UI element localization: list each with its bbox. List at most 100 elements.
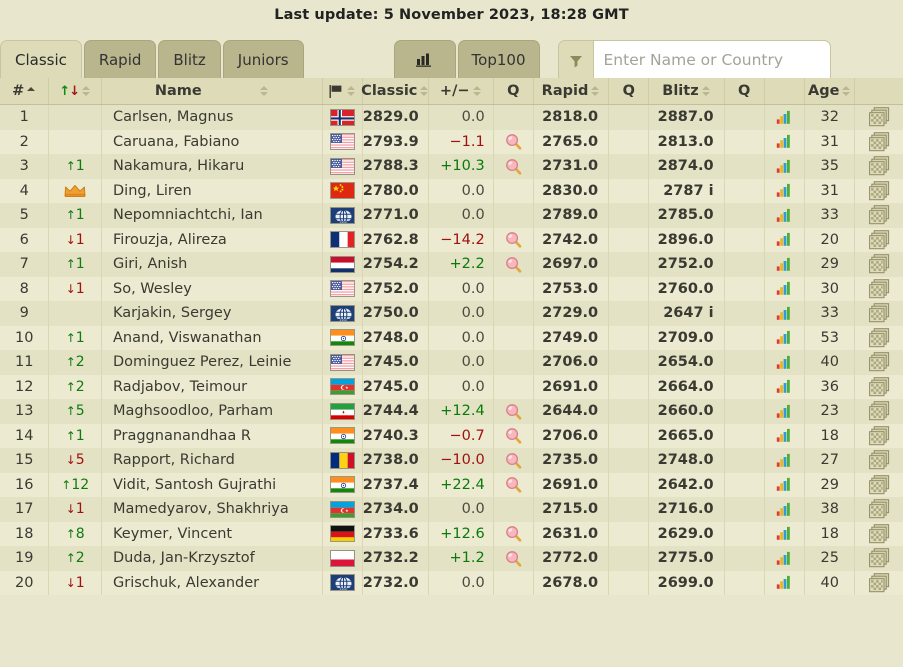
cell-compare[interactable] xyxy=(854,472,903,497)
cell-player-name[interactable]: Carlsen, Magnus xyxy=(101,104,323,130)
table-row[interactable]: 11 ↑2 Dominguez Perez, Leinie 2745.0 0.0 2706… xyxy=(0,350,903,375)
cell-rating-chart[interactable] xyxy=(764,399,805,424)
cell-game-lookup[interactable] xyxy=(493,227,534,252)
table-row[interactable]: 19 ↑2 Duda, Jan-Krzysztof 2732.2 +1.2 2772.0 2… xyxy=(0,546,903,571)
tab-juniors[interactable]: Juniors xyxy=(222,40,304,78)
magnifier-icon[interactable] xyxy=(505,550,522,567)
cell-player-name[interactable]: Maghsoodloo, Parham xyxy=(101,399,323,424)
cell-player-name[interactable]: Dominguez Perez, Leinie xyxy=(101,350,323,375)
col-header-rank[interactable]: # xyxy=(0,78,50,105)
cell-rating-chart[interactable] xyxy=(764,521,805,546)
cell-game-lookup[interactable] xyxy=(493,399,534,424)
bar-chart-icon[interactable] xyxy=(776,281,793,296)
copy-cards-icon[interactable] xyxy=(868,376,890,397)
table-row[interactable]: 14 ↑1 Praggnanandhaa R 2740.3 −0.7 2706.0 2665… xyxy=(0,423,903,448)
magnifier-icon[interactable] xyxy=(505,158,522,175)
col-header-q1[interactable]: Q xyxy=(493,78,534,105)
cell-compare[interactable] xyxy=(854,203,903,228)
col-header-name[interactable]: Name xyxy=(101,78,323,105)
bar-chart-icon[interactable] xyxy=(776,575,793,590)
cell-player-name[interactable]: Vidit, Santosh Gujrathi xyxy=(101,472,323,497)
cell-rating-chart[interactable] xyxy=(764,252,805,277)
table-row[interactable]: 17 ↓1 Mamedyarov, Shakhriya 2734.0 0.0 2715.0… xyxy=(0,497,903,522)
magnifier-icon[interactable] xyxy=(505,403,522,420)
cell-compare[interactable] xyxy=(854,570,903,595)
copy-cards-icon[interactable] xyxy=(868,548,890,568)
table-row[interactable]: 20 ↓1 Grischuk, Alexander FIDE 2732.0 0.0 2678… xyxy=(0,570,903,595)
copy-cards-icon[interactable] xyxy=(868,131,890,152)
cell-rating-chart[interactable] xyxy=(764,350,805,375)
col-header-change[interactable]: +/− xyxy=(428,78,494,105)
cell-rating-chart[interactable] xyxy=(764,497,805,522)
cell-player-name[interactable]: Giri, Anish xyxy=(101,252,323,277)
cell-compare[interactable] xyxy=(854,374,903,399)
filter-button[interactable] xyxy=(557,40,594,78)
magnifier-icon[interactable] xyxy=(505,452,522,469)
cell-rating-chart[interactable] xyxy=(764,129,805,154)
magnifier-icon[interactable] xyxy=(505,256,522,273)
table-row[interactable]: 5 ↑1 Nepomniachtchi, Ian FIDE 2771.0 0.0 2789.… xyxy=(0,203,903,228)
copy-cards-icon[interactable] xyxy=(868,499,890,519)
copy-cards-icon[interactable] xyxy=(868,278,890,299)
cell-rating-chart[interactable] xyxy=(764,546,805,571)
copy-cards-icon[interactable] xyxy=(868,180,890,201)
cell-compare[interactable] xyxy=(854,399,903,424)
copy-cards-icon[interactable] xyxy=(868,327,890,348)
cell-player-name[interactable]: Praggnanandhaa R xyxy=(101,423,323,448)
tab-blitz[interactable]: Blitz xyxy=(158,40,221,78)
copy-cards-icon[interactable] xyxy=(868,474,890,495)
cell-rating-chart[interactable] xyxy=(764,178,805,203)
col-header-age[interactable]: Age xyxy=(804,78,856,105)
table-row[interactable]: 7 ↑1 Giri, Anish 2754.2 +2.2 2697.0 2752.0 29 xyxy=(0,252,903,277)
col-header-classic[interactable]: Classic xyxy=(361,78,429,105)
bar-chart-icon[interactable] xyxy=(776,257,793,272)
cell-compare[interactable] xyxy=(854,448,903,473)
cell-player-name[interactable]: Radjabov, Teimour xyxy=(101,374,323,399)
cell-compare[interactable] xyxy=(854,546,903,571)
bar-chart-icon[interactable] xyxy=(776,379,793,394)
bar-chart-icon[interactable] xyxy=(776,306,793,321)
table-row[interactable]: 13 ↑5 Maghsoodloo, Parham 2744.4 +12.4 2644.0… xyxy=(0,399,903,424)
bar-chart-icon[interactable] xyxy=(776,502,793,517)
cell-rating-chart[interactable] xyxy=(764,374,805,399)
bar-chart-icon[interactable] xyxy=(776,453,793,468)
cell-player-name[interactable]: Anand, Viswanathan xyxy=(101,325,323,350)
bar-chart-icon[interactable] xyxy=(776,526,793,541)
bar-chart-icon[interactable] xyxy=(776,208,793,223)
col-header-movement[interactable]: ↑↓ xyxy=(48,78,103,105)
bar-chart-icon[interactable] xyxy=(776,404,793,419)
tab-rapid[interactable]: Rapid xyxy=(83,40,157,78)
cell-rating-chart[interactable] xyxy=(764,325,805,350)
table-row[interactable]: 9 Karjakin, Sergey FIDE 2750.0 0.0 2729.0 2647… xyxy=(0,301,903,326)
bar-chart-icon[interactable] xyxy=(776,110,793,125)
copy-cards-icon[interactable] xyxy=(868,401,890,421)
cell-compare[interactable] xyxy=(854,497,903,522)
cell-game-lookup[interactable] xyxy=(493,546,534,571)
cell-game-lookup[interactable] xyxy=(493,423,534,448)
table-row[interactable]: 12 ↑2 Radjabov, Teimour 2745.0 0.0 2691.0 2664… xyxy=(0,374,903,399)
table-row[interactable]: 1 Carlsen, Magnus 2829.0 0.0 2818.0 2887.0 32 xyxy=(0,104,903,130)
cell-rating-chart[interactable] xyxy=(764,203,805,228)
cell-game-lookup[interactable] xyxy=(493,154,534,179)
cell-player-name[interactable]: Nakamura, Hikaru xyxy=(101,154,323,179)
copy-cards-icon[interactable] xyxy=(868,156,890,176)
cell-rating-chart[interactable] xyxy=(764,570,805,595)
cell-game-lookup[interactable] xyxy=(493,129,534,154)
table-row[interactable]: 6 ↓1 Firouzja, Alireza 2762.8 −14.2 2742.0 289… xyxy=(0,227,903,252)
table-row[interactable]: 18 ↑8 Keymer, Vincent 2733.6 +12.6 2631.0 2629… xyxy=(0,521,903,546)
cell-compare[interactable] xyxy=(854,325,903,350)
cell-game-lookup[interactable] xyxy=(493,448,534,473)
cell-compare[interactable] xyxy=(854,521,903,546)
cell-player-name[interactable]: Karjakin, Sergey xyxy=(101,301,323,326)
magnifier-icon[interactable] xyxy=(505,133,522,150)
bar-chart-icon[interactable] xyxy=(776,551,793,566)
cell-rating-chart[interactable] xyxy=(764,423,805,448)
copy-cards-icon[interactable] xyxy=(868,229,890,250)
bar-chart-icon[interactable] xyxy=(776,355,793,370)
cell-player-name[interactable]: Keymer, Vincent xyxy=(101,521,323,546)
cell-player-name[interactable]: Caruana, Fabiano xyxy=(101,129,323,154)
magnifier-icon[interactable] xyxy=(505,476,522,493)
bar-chart-icon[interactable] xyxy=(776,159,793,174)
cell-rating-chart[interactable] xyxy=(764,301,805,326)
copy-cards-icon[interactable] xyxy=(868,107,890,127)
